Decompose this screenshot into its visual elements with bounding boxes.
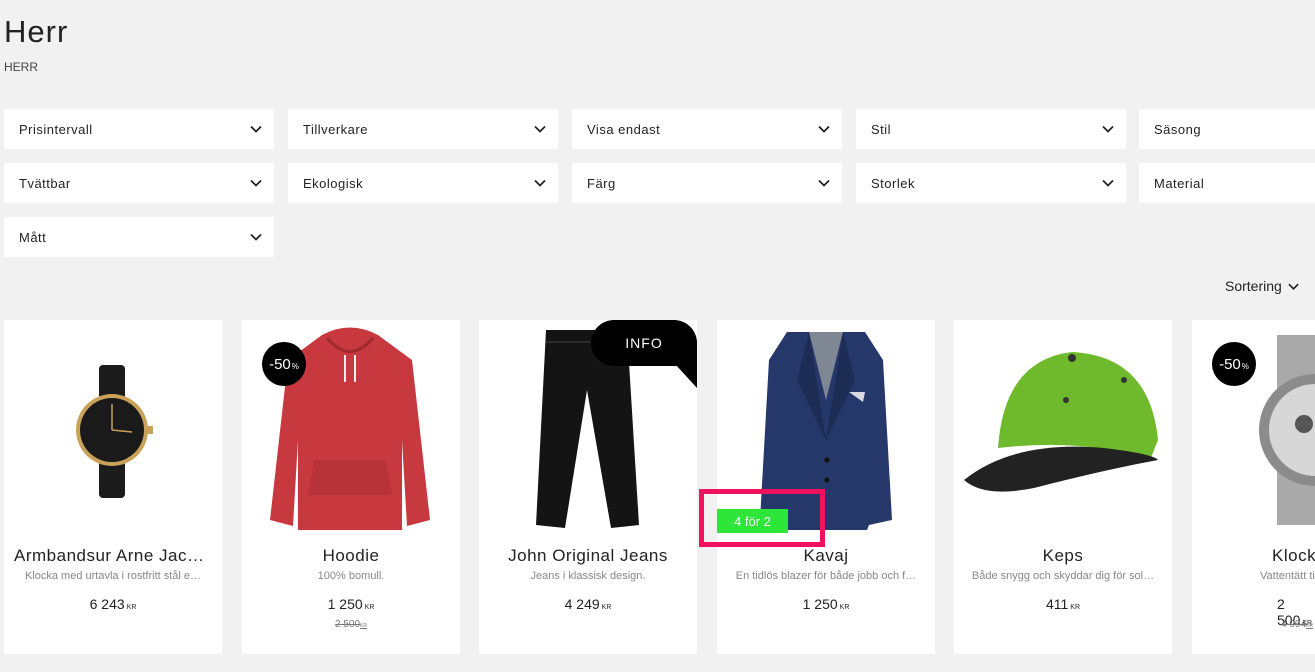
promo-badge: 4 för 2 bbox=[717, 509, 788, 533]
chevron-down-icon bbox=[250, 125, 262, 133]
product-price: 1 250 KR bbox=[802, 596, 850, 612]
product-name[interactable]: Klocka bbox=[1272, 546, 1315, 566]
filter-visa-endast[interactable]: Visa endast bbox=[572, 109, 842, 149]
filter-stil[interactable]: Stil bbox=[856, 109, 1126, 149]
filter-label: Material bbox=[1154, 175, 1205, 191]
filter-matt[interactable]: Mått bbox=[4, 217, 274, 257]
product-description: Klocka med urtavla i rostfritt stål e… bbox=[24, 570, 202, 582]
filter-tillverkare[interactable]: Tillverkare bbox=[288, 109, 558, 149]
product-description: Vattentätt till bbox=[1260, 570, 1315, 582]
product-description: En tidlös blazer för både jobb och f… bbox=[735, 570, 917, 582]
filter-label: Mått bbox=[19, 229, 47, 245]
product-card[interactable]: Armbandsur Arne Jacobsen Klocka med urta… bbox=[4, 320, 222, 654]
product-price: 411 KR bbox=[1045, 596, 1081, 612]
discount-badge: -50% bbox=[262, 342, 306, 386]
filter-tvattbar[interactable]: Tvättbar bbox=[4, 163, 274, 203]
chevron-down-icon bbox=[534, 179, 546, 187]
filter-farg[interactable]: Färg bbox=[572, 163, 842, 203]
filter-storlek[interactable]: Storlek bbox=[856, 163, 1126, 203]
chevron-down-icon bbox=[818, 125, 830, 133]
chevron-down-icon bbox=[1102, 125, 1114, 133]
discount-badge: -50% bbox=[1212, 342, 1256, 386]
product-card[interactable]: INFO John Original Jeans Jeans i klassis… bbox=[479, 320, 697, 654]
filter-label: Ekologisk bbox=[303, 175, 364, 191]
product-name[interactable]: Hoodie bbox=[252, 546, 450, 566]
breadcrumb[interactable]: HERR bbox=[4, 60, 38, 74]
product-image-blazer[interactable] bbox=[717, 320, 935, 540]
info-badge: INFO bbox=[591, 320, 697, 366]
product-name[interactable]: Kavaj bbox=[727, 546, 925, 566]
product-description: 100% bomull. bbox=[317, 570, 385, 582]
product-name[interactable]: John Original Jeans bbox=[489, 546, 687, 566]
page-title: Herr bbox=[4, 14, 69, 49]
product-card[interactable]: Keps Både snygg och skyddar dig för sol…… bbox=[954, 320, 1172, 654]
chevron-down-icon bbox=[534, 125, 546, 133]
product-description: Både snygg och skyddar dig för sol… bbox=[971, 570, 1155, 582]
chevron-down-icon bbox=[250, 179, 262, 187]
product-old-price: 4 994KR bbox=[1281, 619, 1313, 630]
product-image-cap[interactable] bbox=[954, 320, 1172, 540]
filter-label: Visa endast bbox=[587, 121, 661, 137]
product-description: Jeans i klassisk design. bbox=[530, 570, 646, 582]
chevron-down-icon bbox=[1102, 179, 1114, 187]
product-card[interactable]: -50% Klocka Vattentätt till 2 500KR 4 99… bbox=[1192, 320, 1315, 654]
product-price: 4 249 KR bbox=[564, 596, 612, 612]
info-badge-tail bbox=[675, 364, 697, 388]
chevron-down-icon bbox=[1288, 283, 1299, 290]
product-card[interactable]: Kavaj En tidlös blazer för både jobb och… bbox=[717, 320, 935, 654]
filter-label: Stil bbox=[871, 121, 892, 137]
filter-ekologisk[interactable]: Ekologisk bbox=[288, 163, 558, 203]
filter-material[interactable]: Material bbox=[1139, 163, 1315, 203]
sort-dropdown[interactable]: Sortering bbox=[1225, 278, 1299, 294]
filter-sasong[interactable]: Säsong bbox=[1139, 109, 1315, 149]
filter-prisintervall[interactable]: Prisintervall bbox=[4, 109, 274, 149]
chevron-down-icon bbox=[818, 179, 830, 187]
filter-label: Tillverkare bbox=[303, 121, 368, 137]
chevron-down-icon bbox=[250, 233, 262, 241]
product-card[interactable]: -50% Hoodie 100% bomull. 1 250 KR 2 500KR bbox=[242, 320, 460, 654]
filter-label: Storlek bbox=[871, 175, 915, 191]
filter-label: Färg bbox=[587, 175, 616, 191]
product-price: 6 243 KR bbox=[89, 596, 137, 612]
product-image-watch[interactable] bbox=[4, 320, 222, 540]
filter-label: Prisintervall bbox=[19, 121, 93, 137]
sort-label: Sortering bbox=[1225, 278, 1282, 294]
product-price: 1 250 KR bbox=[327, 596, 375, 612]
product-name[interactable]: Armbandsur Arne Jacobsen bbox=[14, 546, 212, 566]
product-name[interactable]: Keps bbox=[964, 546, 1162, 566]
filter-label: Säsong bbox=[1154, 121, 1202, 137]
product-old-price: 2 500KR bbox=[335, 619, 367, 630]
filter-label: Tvättbar bbox=[19, 175, 71, 191]
